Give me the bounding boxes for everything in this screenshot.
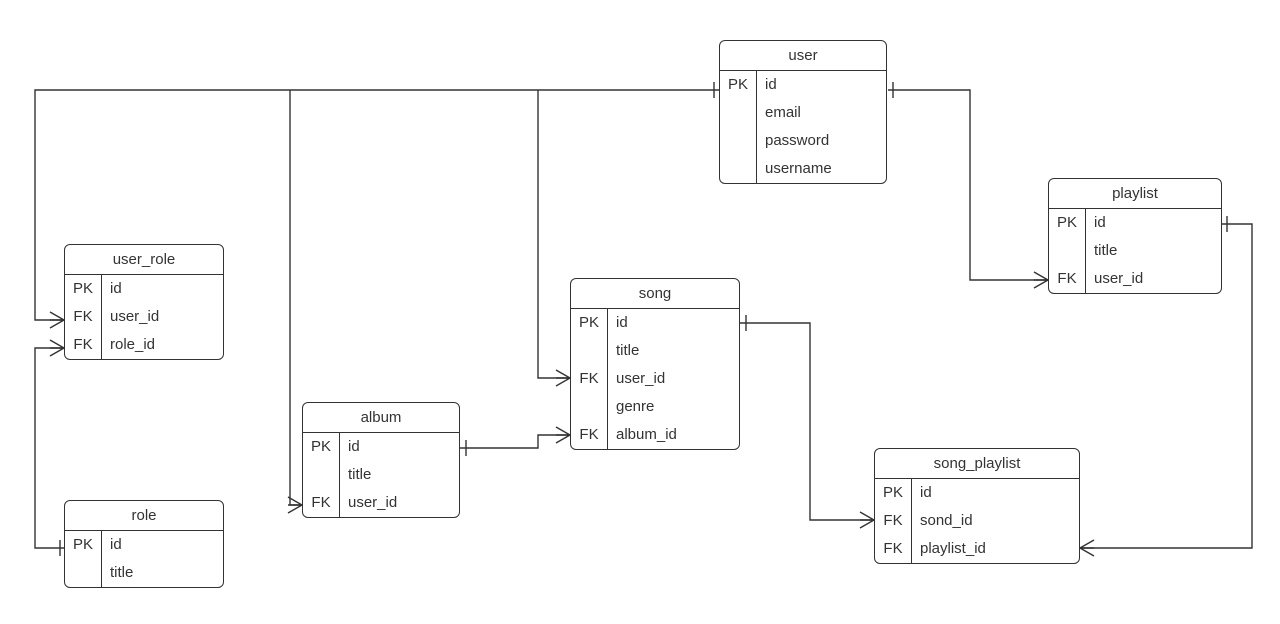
- field-cell: username: [757, 155, 886, 183]
- key-cell: [720, 127, 756, 155]
- key-cell: PK: [720, 71, 756, 99]
- field-cell: sond_id: [912, 507, 1079, 535]
- key-cell: PK: [303, 433, 339, 461]
- entity-user: user PK id email password username: [719, 40, 887, 184]
- field-cell: id: [102, 531, 223, 559]
- field-cell: genre: [608, 393, 739, 421]
- field-cell: title: [102, 559, 223, 587]
- field-cell: album_id: [608, 421, 739, 449]
- entity-song-playlist: song_playlist PK FK FK id sond_id playli…: [874, 448, 1080, 564]
- field-cell: user_id: [608, 365, 739, 393]
- key-cell: PK: [875, 479, 911, 507]
- field-cell: title: [340, 461, 459, 489]
- field-cell: id: [340, 433, 459, 461]
- key-cell: FK: [65, 303, 101, 331]
- key-cell: [571, 337, 607, 365]
- key-cell: [720, 99, 756, 127]
- entity-playlist: playlist PK FK id title user_id: [1048, 178, 1222, 294]
- entity-title: user: [720, 41, 886, 71]
- key-cell: FK: [875, 535, 911, 563]
- key-cell: PK: [1049, 209, 1085, 237]
- key-cell: [65, 559, 101, 587]
- field-cell: role_id: [102, 331, 223, 359]
- field-cell: id: [1086, 209, 1221, 237]
- entity-title: song: [571, 279, 739, 309]
- key-cell: [303, 461, 339, 489]
- entity-album: album PK FK id title user_id: [302, 402, 460, 518]
- entity-title: song_playlist: [875, 449, 1079, 479]
- entity-title: user_role: [65, 245, 223, 275]
- field-cell: id: [912, 479, 1079, 507]
- key-cell: [1049, 237, 1085, 265]
- entity-song: song PK FK FK id title user_id genre alb…: [570, 278, 740, 450]
- key-cell: FK: [303, 489, 339, 517]
- key-cell: FK: [571, 365, 607, 393]
- entity-title: playlist: [1049, 179, 1221, 209]
- field-cell: id: [757, 71, 886, 99]
- field-cell: title: [1086, 237, 1221, 265]
- field-cell: password: [757, 127, 886, 155]
- entity-role: role PK id title: [64, 500, 224, 588]
- field-cell: email: [757, 99, 886, 127]
- entity-title: role: [65, 501, 223, 531]
- key-cell: PK: [571, 309, 607, 337]
- key-cell: FK: [1049, 265, 1085, 293]
- field-cell: user_id: [1086, 265, 1221, 293]
- field-cell: user_id: [340, 489, 459, 517]
- field-cell: playlist_id: [912, 535, 1079, 563]
- key-cell: [720, 155, 756, 183]
- key-cell: [571, 393, 607, 421]
- field-cell: id: [102, 275, 223, 303]
- field-cell: id: [608, 309, 739, 337]
- field-cell: user_id: [102, 303, 223, 331]
- key-cell: FK: [571, 421, 607, 449]
- key-cell: PK: [65, 531, 101, 559]
- key-cell: FK: [875, 507, 911, 535]
- entity-user-role: user_role PK FK FK id user_id role_id: [64, 244, 224, 360]
- key-cell: PK: [65, 275, 101, 303]
- field-cell: title: [608, 337, 739, 365]
- entity-title: album: [303, 403, 459, 433]
- key-cell: FK: [65, 331, 101, 359]
